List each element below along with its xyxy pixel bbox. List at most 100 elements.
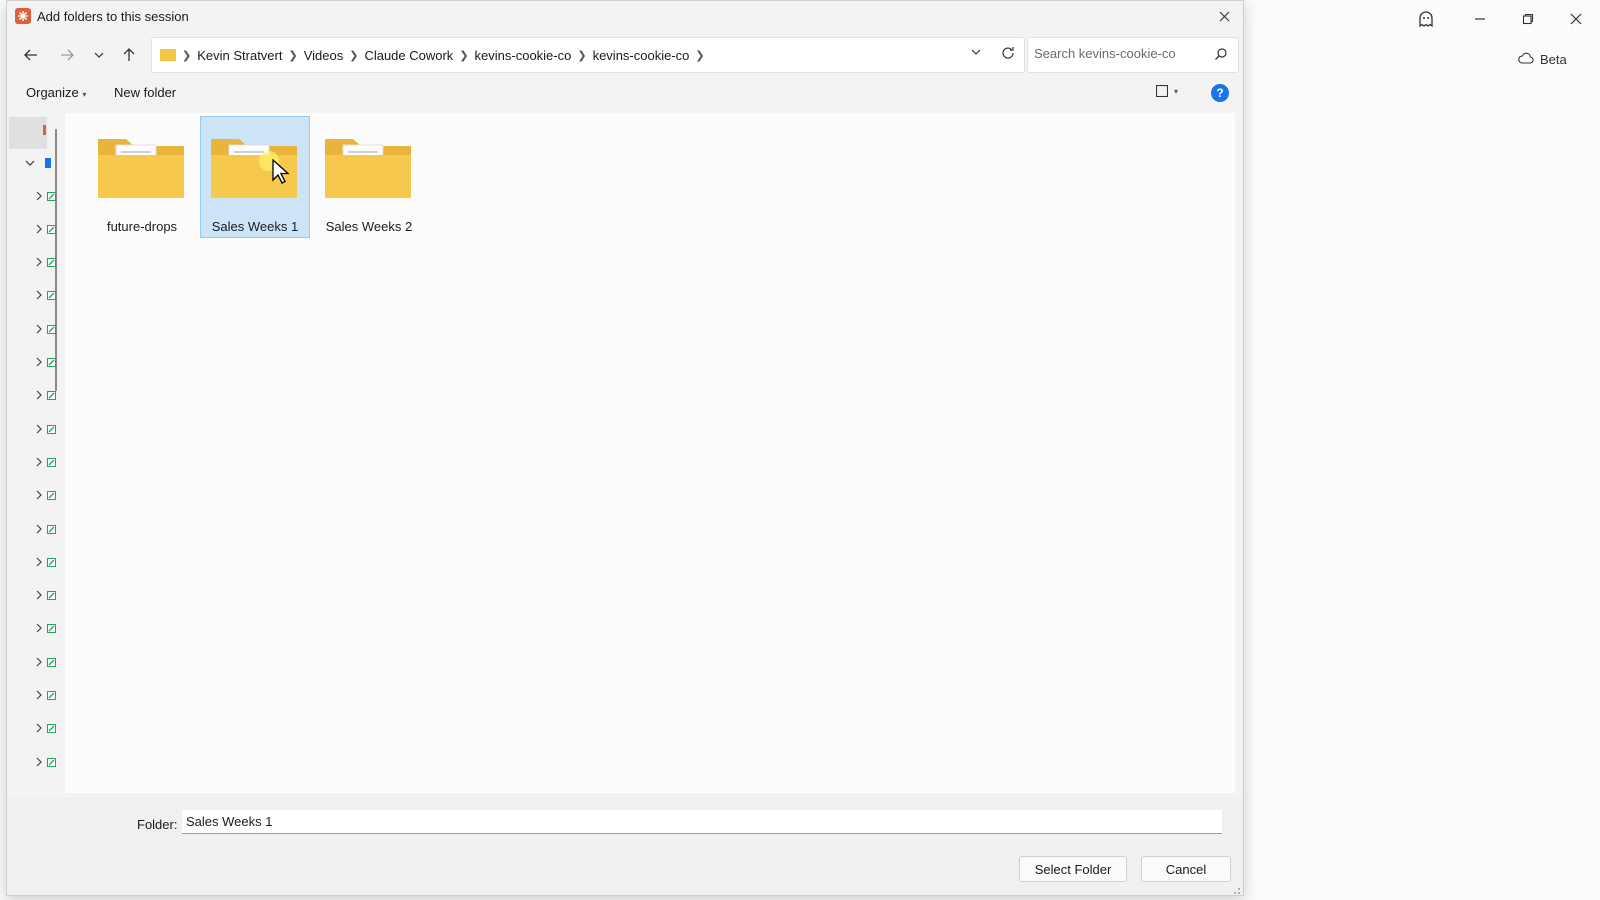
refresh-icon[interactable]	[1000, 45, 1016, 64]
chevron-down-icon: ▾	[1174, 86, 1179, 96]
new-folder-button[interactable]: New folder	[114, 85, 176, 100]
nav-tree-item[interactable]	[25, 187, 56, 205]
folder-icon	[160, 49, 176, 61]
chevron-right-icon[interactable]	[35, 189, 43, 204]
view-options-button[interactable]: ▾	[1156, 85, 1178, 97]
chevron-right-icon[interactable]: ❯	[459, 49, 468, 62]
recent-locations-dropdown[interactable]	[87, 43, 111, 67]
folder-icon	[98, 139, 184, 198]
forward-button[interactable]	[55, 43, 79, 67]
chevron-right-icon[interactable]	[35, 288, 43, 303]
organize-button[interactable]: Organize ▾	[26, 85, 86, 100]
excel-file-icon	[47, 322, 56, 337]
nav-tree-item[interactable]	[25, 387, 56, 405]
chevron-right-icon[interactable]	[35, 588, 43, 603]
chevron-right-icon[interactable]: ❯	[349, 49, 358, 62]
chevron-right-icon[interactable]	[35, 422, 43, 437]
chevron-right-icon[interactable]	[35, 688, 43, 703]
chevron-right-icon[interactable]	[35, 522, 43, 537]
restore-button[interactable]	[1514, 6, 1542, 32]
search-icon[interactable]	[1214, 47, 1228, 64]
excel-file-icon	[47, 189, 56, 204]
nav-selected-item[interactable]	[9, 117, 47, 149]
up-button[interactable]	[117, 43, 141, 67]
nav-tree-item[interactable]	[25, 220, 56, 238]
folder-name-field[interactable]	[182, 810, 1222, 834]
excel-file-icon	[47, 288, 56, 303]
nav-tree-item[interactable]	[25, 254, 56, 272]
nav-tree-item[interactable]	[25, 420, 56, 438]
nav-tree-item[interactable]	[25, 354, 56, 372]
excel-file-icon	[47, 255, 56, 270]
excel-file-icon	[47, 488, 56, 503]
chevron-right-icon[interactable]	[35, 355, 43, 370]
navigation-pane	[7, 113, 61, 793]
nav-tree-item[interactable]	[25, 453, 56, 471]
chevron-down-icon[interactable]	[25, 156, 35, 171]
search-input[interactable]	[1034, 46, 1204, 61]
folder-name: future-drops	[106, 219, 178, 234]
nav-tree-item[interactable]	[25, 587, 56, 605]
nav-tree-item[interactable]	[25, 553, 56, 571]
nav-tree-item[interactable]	[25, 320, 56, 338]
dialog-footer: Folder: Select Folder Cancel	[7, 797, 1243, 895]
breadcrumb-item[interactable]: kevins-cookie-co	[475, 48, 572, 63]
chevron-right-icon[interactable]	[35, 621, 43, 636]
chevron-right-icon[interactable]	[35, 322, 43, 337]
chevron-right-icon[interactable]	[35, 655, 43, 670]
dialog-title: Add folders to this session	[37, 8, 189, 24]
back-button[interactable]	[19, 43, 43, 67]
chevron-right-icon[interactable]	[35, 255, 43, 270]
ghost-icon[interactable]	[1412, 6, 1440, 32]
chevron-right-icon: ❯	[182, 49, 192, 62]
chevron-right-icon[interactable]	[35, 455, 43, 470]
nav-tree-item[interactable]	[25, 487, 56, 505]
chevron-down-icon: ▾	[82, 90, 87, 99]
folder-label: Folder:	[137, 817, 178, 832]
breadcrumb-item[interactable]: Videos	[304, 48, 344, 63]
breadcrumb-item[interactable]: kevins-cookie-co	[593, 48, 690, 63]
chevron-right-icon[interactable]: ❯	[695, 49, 704, 62]
navigation-bar: ❯ Kevin Stratvert ❯ Videos ❯ Claude Cowo…	[7, 35, 1243, 73]
chevron-right-icon[interactable]	[35, 388, 43, 403]
breadcrumb-item[interactable]: Claude Cowork	[364, 48, 453, 63]
nav-tree-item[interactable]	[25, 520, 56, 538]
address-history-dropdown[interactable]	[970, 46, 982, 61]
excel-file-icon	[47, 655, 56, 670]
folder-item[interactable]: Sales Weeks 2	[314, 116, 424, 238]
nav-tree-item[interactable]	[25, 687, 56, 705]
breadcrumb-item[interactable]: Kevin Stratvert	[197, 48, 282, 63]
excel-file-icon	[47, 555, 56, 570]
cancel-button[interactable]: Cancel	[1141, 856, 1231, 882]
nav-tree-item[interactable]	[25, 653, 56, 671]
chevron-right-icon[interactable]: ❯	[288, 49, 297, 62]
address-bar[interactable]: ❯ Kevin Stratvert ❯ Videos ❯ Claude Cowo…	[151, 37, 1025, 73]
search-box[interactable]	[1027, 37, 1239, 73]
dialog-close-button[interactable]	[1213, 5, 1235, 27]
chevron-right-icon[interactable]	[35, 721, 43, 736]
folder-item-selected[interactable]: Sales Weeks 1	[200, 116, 310, 238]
chevron-right-icon[interactable]	[35, 488, 43, 503]
chevron-right-icon[interactable]	[35, 755, 43, 770]
dialog-titlebar: Add folders to this session	[7, 1, 1243, 31]
excel-file-icon	[47, 522, 56, 537]
nav-tree-item[interactable]	[25, 753, 56, 771]
beta-badge[interactable]: Beta	[1518, 52, 1567, 67]
minimize-button[interactable]	[1466, 6, 1494, 32]
excel-file-icon	[47, 388, 56, 403]
nav-tree-item[interactable]	[25, 720, 56, 738]
nav-tree-item[interactable]	[25, 620, 56, 638]
folder-item[interactable]: future-drops	[87, 116, 197, 238]
chevron-right-icon[interactable]: ❯	[577, 49, 586, 62]
excel-file-icon	[47, 222, 56, 237]
help-icon[interactable]: ?	[1211, 84, 1229, 102]
close-app-button[interactable]	[1562, 6, 1590, 32]
nav-tree-item[interactable]	[25, 287, 56, 305]
chevron-right-icon[interactable]	[35, 555, 43, 570]
excel-file-icon	[47, 755, 56, 770]
nav-tree-root[interactable]	[25, 154, 55, 172]
chevron-right-icon[interactable]	[35, 222, 43, 237]
resize-grip-icon[interactable]	[1231, 883, 1241, 894]
select-folder-button[interactable]: Select Folder	[1019, 856, 1127, 882]
app-icon	[15, 8, 31, 24]
